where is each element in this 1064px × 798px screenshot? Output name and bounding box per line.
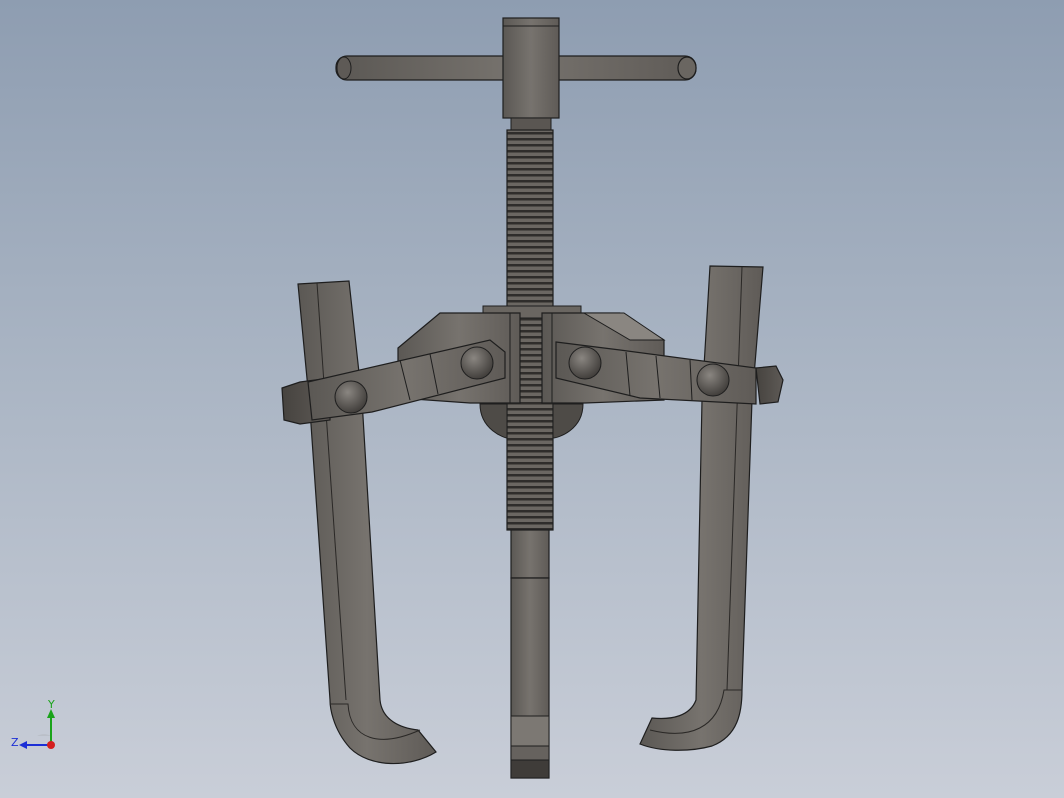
- pin-left-inner: [460, 346, 494, 380]
- triad-arc: [37, 734, 51, 736]
- pin-left-outer: [334, 380, 368, 414]
- y-axis-label: Y: [47, 698, 55, 711]
- x-axis-dot: [47, 741, 55, 749]
- z-axis-label: Z: [11, 736, 19, 749]
- handle-hub: [502, 17, 560, 119]
- center-leg[interactable]: [510, 577, 550, 779]
- hub-collar: [510, 117, 552, 131]
- z-axis-arrow: [19, 741, 27, 749]
- pin-right-inner: [568, 346, 602, 380]
- graphics-viewport[interactable]: Y Z: [0, 0, 1064, 798]
- t-handle[interactable]: [335, 17, 697, 131]
- orientation-triad[interactable]: Y Z: [8, 698, 68, 758]
- screw-shank: [510, 529, 550, 579]
- handle-bar-end: [677, 56, 697, 80]
- gear-puller-model[interactable]: [0, 0, 1064, 798]
- handle-bar-end-left: [336, 56, 352, 80]
- pin-right-outer: [696, 363, 730, 397]
